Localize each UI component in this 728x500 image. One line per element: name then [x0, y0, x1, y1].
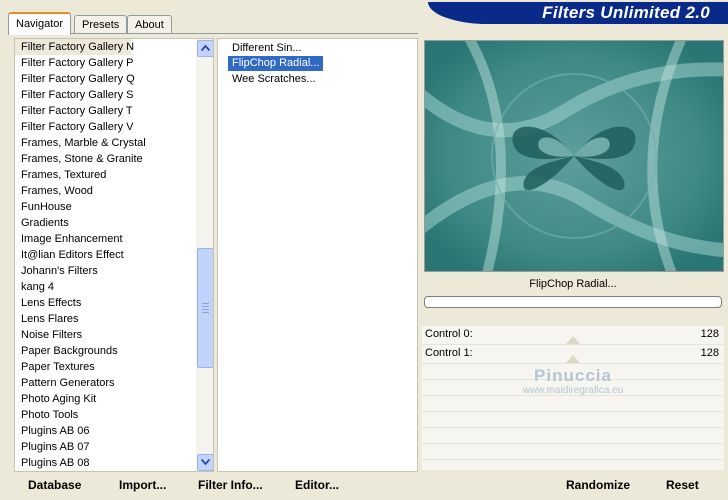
filter-item-wee-scratches[interactable]: Wee Scratches... [228, 72, 320, 87]
tab-presets[interactable]: Presets [74, 15, 128, 34]
randomize-button[interactable]: Randomize [566, 478, 630, 492]
import-button[interactable]: Import... [119, 478, 166, 492]
category-item[interactable]: Gradients [15, 215, 195, 231]
bottom-toolbar-left: Database Import... Filter Info... Editor… [14, 472, 416, 498]
current-filter-name: FlipChop Radial... [424, 272, 722, 296]
chevron-down-icon [201, 459, 210, 465]
control-0-label: Control 0: [425, 328, 473, 340]
category-item[interactable]: Paper Backgrounds [15, 343, 195, 359]
control-0-value: 128 [700, 328, 719, 340]
control-1-slider[interactable]: Control 1: 128 [422, 345, 724, 364]
category-item[interactable]: Noise Filters [15, 327, 195, 343]
category-item[interactable]: Lens Effects [15, 295, 195, 311]
control-1-label: Control 1: [425, 347, 473, 359]
category-item[interactable]: kang 4 [15, 279, 195, 295]
filter-list[interactable]: Different Sin... FlipChop Radial... Wee … [217, 38, 418, 472]
category-item[interactable]: Photo Tools [15, 407, 195, 423]
category-item[interactable]: Lens Flares [15, 311, 195, 327]
scroll-up-button[interactable] [197, 40, 213, 57]
category-item[interactable]: Filter Factory Gallery T [15, 103, 195, 119]
category-item[interactable]: Frames, Textured [15, 167, 195, 183]
database-button[interactable]: Database [28, 478, 81, 492]
category-item[interactable]: Filter Factory Gallery N [15, 39, 134, 55]
scroll-thumb[interactable] [197, 248, 213, 368]
reset-button[interactable]: Reset [666, 478, 699, 492]
editor-button[interactable]: Editor... [295, 478, 339, 492]
preview-image [424, 40, 724, 272]
category-item[interactable]: Paper Textures [15, 359, 195, 375]
category-item[interactable]: FunHouse [15, 199, 195, 215]
category-item[interactable]: Filter Factory Gallery P [15, 55, 195, 71]
category-item[interactable]: Plugins AB 07 [15, 439, 195, 455]
scroll-down-button[interactable] [197, 454, 213, 471]
control-panel: Control 0: 128 Control 1: 128 [422, 326, 724, 470]
category-item[interactable]: Filter Factory Gallery Q [15, 71, 195, 87]
category-item[interactable]: Plugins AB 08 [15, 455, 195, 471]
category-scrollbar[interactable] [196, 39, 213, 471]
bottom-toolbar-right: Randomize Reset [424, 472, 724, 498]
category-item[interactable]: Frames, Marble & Crystal [15, 135, 195, 151]
control-1-value: 128 [700, 347, 719, 359]
watermark: Pinuccia www.maidiregrafica.eu [422, 366, 724, 396]
app-title: Filters Unlimited 2.0 [542, 3, 710, 22]
control-slot [422, 412, 724, 428]
category-item[interactable]: Plugins AB 06 [15, 423, 195, 439]
control-slot [422, 444, 724, 460]
chevron-up-icon [201, 45, 210, 51]
filter-info-button[interactable]: Filter Info... [198, 478, 263, 492]
category-item[interactable]: Pattern Generators [15, 375, 195, 391]
progress-bar [424, 296, 722, 308]
filter-item-flipchop-radial[interactable]: FlipChop Radial... [228, 56, 324, 71]
category-list[interactable]: Filter Factory Gallery N Filter Factory G… [14, 38, 214, 472]
category-item[interactable]: Frames, Wood [15, 183, 195, 199]
category-item[interactable]: Frames, Stone & Granite [15, 151, 195, 167]
category-item[interactable]: Filter Factory Gallery S [15, 87, 195, 103]
app-banner: Filters Unlimited 2.0 [428, 2, 728, 24]
watermark-name: Pinuccia [534, 366, 612, 385]
filter-item-different-sin[interactable]: Different Sin... [228, 41, 306, 56]
category-item[interactable]: Johann's Filters [15, 263, 195, 279]
control-1-handle[interactable] [566, 355, 580, 363]
watermark-url: www.maidiregrafica.eu [522, 385, 624, 396]
control-slot [422, 428, 724, 444]
category-item[interactable]: Photo Aging Kit [15, 391, 195, 407]
control-0-slider[interactable]: Control 0: 128 [422, 326, 724, 345]
tab-about[interactable]: About [127, 15, 172, 34]
control-slot [422, 396, 724, 412]
preview-graphic [425, 41, 723, 271]
control-0-handle[interactable] [566, 336, 580, 344]
category-item[interactable]: Image Enhancement [15, 231, 195, 247]
tab-navigator[interactable]: Navigator [8, 12, 72, 35]
category-items: Filter Factory Gallery N Filter Factory G… [15, 39, 195, 471]
category-item[interactable]: Filter Factory Gallery V [15, 119, 195, 135]
category-item[interactable]: It@lian Editors Effect [15, 247, 195, 263]
